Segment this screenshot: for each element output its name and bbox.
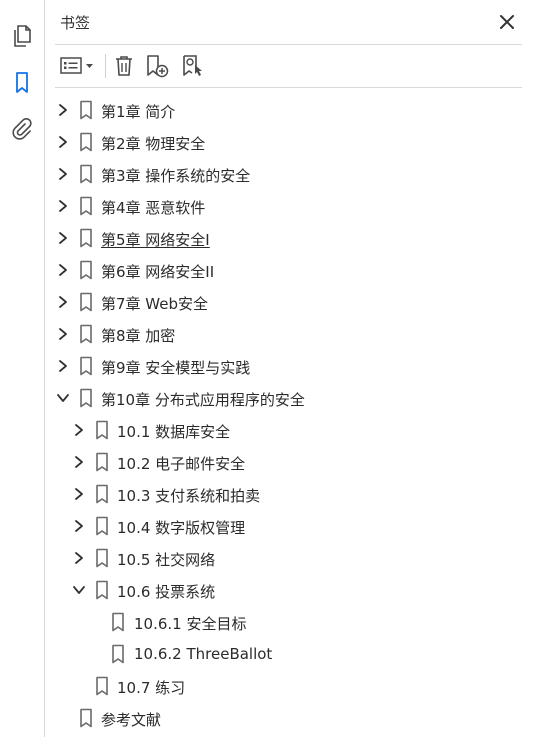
bookmark-item[interactable]: 10.5 社交网络 <box>45 542 541 574</box>
bookmark-item[interactable]: 第10章 分布式应用程序的安全 <box>45 382 541 414</box>
chevron-right-icon[interactable] <box>55 294 71 310</box>
bookmark-item[interactable]: 第9章 安全模型与实践 <box>45 350 541 382</box>
bookmark-icon <box>95 420 109 440</box>
bookmark-icon <box>79 228 93 248</box>
bookmark-label: 第10章 分布式应用程序的安全 <box>101 391 305 409</box>
bookmark-icon <box>79 388 93 408</box>
chevron-down-icon[interactable] <box>71 582 87 598</box>
bookmark-item[interactable]: 第4章 恶意软件 <box>45 190 541 222</box>
bookmark-label: 10.1 数据库安全 <box>117 423 231 441</box>
bookmark-item[interactable]: 10.4 数字版权管理 <box>45 510 541 542</box>
bookmark-label: 第6章 网络安全II <box>101 263 215 281</box>
bookmark-icon <box>95 676 109 696</box>
panel-title: 书签 <box>60 14 91 32</box>
pages-icon[interactable] <box>10 24 34 48</box>
bookmarks-pane: 书签 第1章 简介 第2章 物理安全 第3章 操作系统的安全 第4章 恶意软件 … <box>0 0 541 737</box>
bookmark-label: 10.6.2 ThreeBallot <box>134 645 273 663</box>
chevron-right-icon[interactable] <box>55 102 71 118</box>
chevron-right-icon[interactable] <box>55 198 71 214</box>
bookmark-label: 第2章 物理安全 <box>101 135 206 153</box>
toolbar-divider <box>55 87 522 88</box>
bookmark-label: 参考文献 <box>101 711 162 729</box>
bookmark-item[interactable]: 第7章 Web安全 <box>45 286 541 318</box>
bookmark-icon <box>79 356 93 376</box>
bookmark-item[interactable]: 10.1 数据库安全 <box>45 414 541 446</box>
panel-header: 书签 <box>45 0 541 44</box>
bookmark-icon <box>79 324 93 344</box>
bookmark-icon <box>79 164 93 184</box>
bookmark-icon <box>79 260 93 280</box>
bookmark-label: 第9章 安全模型与实践 <box>101 359 251 377</box>
chevron-right-icon[interactable] <box>71 518 87 534</box>
bookmark-icon[interactable] <box>10 71 34 95</box>
chevron-right-icon[interactable] <box>71 422 87 438</box>
bookmark-item[interactable]: 10.6.2 ThreeBallot <box>45 638 541 670</box>
navigation-rail <box>0 0 45 737</box>
bookmark-icon <box>95 516 109 536</box>
bookmark-item[interactable]: 10.6.1 安全目标 <box>45 606 541 638</box>
chevron-right-icon[interactable] <box>71 550 87 566</box>
bookmark-icon <box>95 484 109 504</box>
bookmark-item[interactable]: 10.7 练习 <box>45 670 541 702</box>
bookmark-icon <box>111 612 125 632</box>
bookmark-label: 10.5 社交网络 <box>117 551 216 569</box>
bookmark-label: 10.6.1 安全目标 <box>134 615 247 633</box>
bookmark-icon <box>95 548 109 568</box>
find-current-bookmark-icon[interactable] <box>179 53 207 79</box>
bookmark-icon <box>95 452 109 472</box>
bookmark-label: 第4章 恶意软件 <box>101 199 206 217</box>
bookmark-label: 第5章 网络安全I <box>101 231 210 249</box>
bookmark-item[interactable]: 第1章 简介 <box>45 94 541 126</box>
bookmarks-panel: 书签 第1章 简介 第2章 物理安全 第3章 操作系统的安全 第4章 恶意软件 … <box>45 0 541 737</box>
bookmark-icon <box>79 292 93 312</box>
bookmark-icon <box>79 708 93 728</box>
bookmark-label: 10.7 练习 <box>117 679 186 697</box>
delete-bookmark-icon[interactable] <box>111 53 137 79</box>
bookmark-icon <box>79 100 93 120</box>
bookmark-label: 10.6 投票系统 <box>117 583 216 601</box>
chevron-down-icon[interactable] <box>55 390 71 406</box>
chevron-right-icon[interactable] <box>71 486 87 502</box>
bookmark-label: 第8章 加密 <box>101 327 176 345</box>
bookmark-item[interactable]: 10.6 投票系统 <box>45 574 541 606</box>
bookmark-label: 第3章 操作系统的安全 <box>101 167 251 185</box>
bookmark-item[interactable]: 第3章 操作系统的安全 <box>45 158 541 190</box>
close-icon[interactable] <box>497 12 517 32</box>
toolbar-separator <box>105 54 106 78</box>
chevron-right-icon[interactable] <box>55 262 71 278</box>
bookmark-icon <box>79 196 93 216</box>
chevron-right-icon[interactable] <box>55 326 71 342</box>
bookmark-item[interactable]: 第8章 加密 <box>45 318 541 350</box>
bookmark-icon <box>79 132 93 152</box>
bookmark-label: 10.4 数字版权管理 <box>117 519 246 537</box>
bookmark-label: 第7章 Web安全 <box>101 295 209 313</box>
chevron-right-icon[interactable] <box>71 454 87 470</box>
bookmark-item[interactable]: 参考文献 <box>45 702 541 734</box>
bookmark-item[interactable]: 10.2 电子邮件安全 <box>45 446 541 478</box>
options-menu-icon[interactable] <box>59 53 97 79</box>
chevron-right-icon[interactable] <box>55 134 71 150</box>
attachment-icon[interactable] <box>10 117 34 141</box>
bookmark-item[interactable]: 第5章 网络安全I <box>45 222 541 254</box>
bookmark-item[interactable]: 第2章 物理安全 <box>45 126 541 158</box>
chevron-right-icon[interactable] <box>55 230 71 246</box>
bookmark-icon <box>111 644 125 664</box>
bookmark-label: 10.2 电子邮件安全 <box>117 455 246 473</box>
chevron-right-icon[interactable] <box>55 166 71 182</box>
chevron-right-icon[interactable] <box>55 358 71 374</box>
bookmark-icon <box>95 580 109 600</box>
bookmark-label: 10.3 支付系统和拍卖 <box>117 487 261 505</box>
bookmarks-toolbar <box>45 45 541 87</box>
bookmark-item[interactable]: 第6章 网络安全II <box>45 254 541 286</box>
bookmark-label: 第1章 简介 <box>101 103 176 121</box>
new-bookmark-icon[interactable] <box>143 53 171 79</box>
bookmark-item[interactable]: 10.3 支付系统和拍卖 <box>45 478 541 510</box>
